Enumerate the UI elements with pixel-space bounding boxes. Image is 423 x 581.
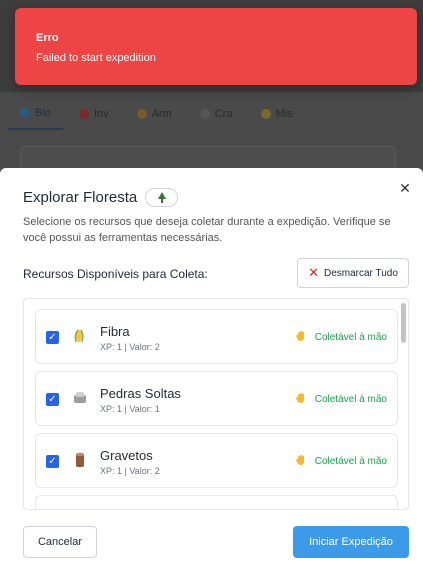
cancel-button[interactable]: Cancelar xyxy=(23,526,97,558)
star-icon xyxy=(260,109,271,119)
x-icon: ✕ xyxy=(308,265,319,280)
close-icon[interactable]: ✕ xyxy=(397,180,413,196)
status-label: Coletável à mão xyxy=(314,456,387,467)
stone-icon xyxy=(71,389,89,407)
tab-label: Cra xyxy=(214,108,233,120)
tab-bio[interactable]: Bio xyxy=(8,98,63,130)
section-title: Recursos Disponíveis para Coleta: xyxy=(23,267,208,281)
resource-status: Coletável à mão xyxy=(295,392,387,407)
tab-label: Mis xyxy=(275,108,293,120)
tab-label: Inv xyxy=(93,108,109,120)
start-expedition-button[interactable]: Iniciar Expedição xyxy=(293,526,409,558)
toast-title: Erro xyxy=(36,32,59,44)
resource-checkbox[interactable]: ✓ xyxy=(46,393,59,406)
resource-list[interactable]: ✓ Fibra XP: 1 | Valor: 2 Coletável à mão… xyxy=(23,298,409,510)
deselect-label: Desmarcar Tudo xyxy=(323,267,398,279)
explore-modal: ✕ Explorar Floresta Selecione os recurso… xyxy=(0,168,423,581)
tab-inv[interactable]: Inv xyxy=(67,98,121,130)
scrollbar[interactable] xyxy=(401,303,406,343)
tab-mis[interactable]: Mis xyxy=(249,98,305,130)
tab-label: Arm xyxy=(151,108,172,120)
bag-icon xyxy=(78,109,89,119)
tab-arm[interactable]: Arm xyxy=(125,98,184,130)
house-icon xyxy=(136,109,147,119)
list-item[interactable]: ✓ Gravetos XP: 1 | Valor: 2 Coletável à … xyxy=(35,433,398,488)
tree-icon xyxy=(145,188,179,207)
resource-checkbox[interactable]: ✓ xyxy=(46,331,59,344)
resource-stats: XP: 1 | Valor: 2 xyxy=(100,466,160,476)
toast-message: Failed to start expedition xyxy=(36,52,156,64)
resource-status: Coletável à mão xyxy=(295,454,387,469)
list-item[interactable]: ✓ Pedras Soltas XP: 1 | Valor: 1 Coletáv… xyxy=(35,371,398,426)
status-label: Coletável à mão xyxy=(314,394,387,405)
globe-icon xyxy=(20,108,30,118)
background-tabs: Bio Inv Arm Cra Mis xyxy=(8,98,415,132)
resource-name: Pedras Soltas xyxy=(100,386,181,401)
modal-title: Explorar Floresta xyxy=(23,189,138,206)
modal-header: Explorar Floresta xyxy=(23,188,179,207)
resource-stats: XP: 1 | Valor: 1 xyxy=(100,404,160,414)
resource-status: Coletável à mão xyxy=(295,330,387,345)
modal-description: Selecione os recursos que deseja coletar… xyxy=(23,216,391,244)
corn-icon xyxy=(71,327,89,345)
status-label: Coletável à mão xyxy=(314,332,387,343)
wood-icon xyxy=(71,451,89,469)
resource-stats: XP: 1 | Valor: 2 xyxy=(100,342,160,352)
list-item[interactable]: ✓ Fibra XP: 1 | Valor: 2 Coletável à mão xyxy=(35,309,398,364)
hand-icon xyxy=(295,330,307,345)
tab-cra[interactable]: Cra xyxy=(188,98,245,130)
hammer-icon xyxy=(199,109,210,119)
resource-name: Fibra xyxy=(100,324,130,339)
resource-checkbox[interactable]: ✓ xyxy=(46,455,59,468)
error-toast: Erro Failed to start expedition xyxy=(15,8,417,85)
hand-icon xyxy=(295,392,307,407)
resource-name: Gravetos xyxy=(100,448,153,463)
hand-icon xyxy=(295,454,307,469)
deselect-all-button[interactable]: ✕ Desmarcar Tudo xyxy=(297,258,409,288)
list-item[interactable] xyxy=(35,495,398,509)
tab-label: Bio xyxy=(35,107,51,119)
